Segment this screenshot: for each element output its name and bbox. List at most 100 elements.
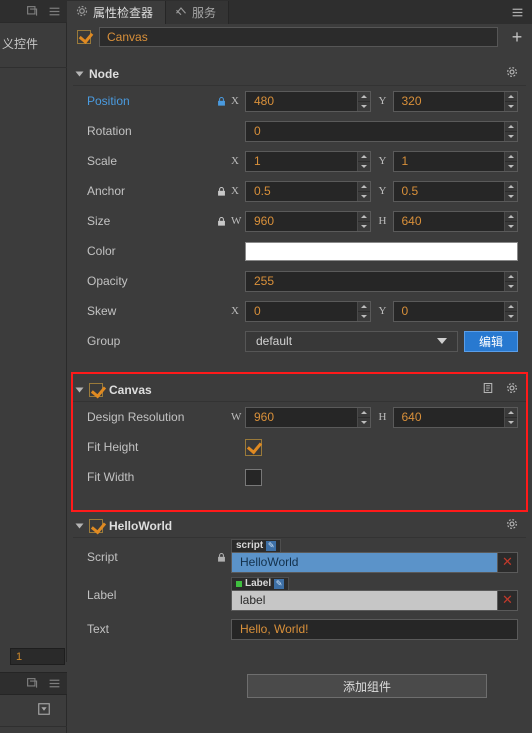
gear-icon[interactable] — [506, 518, 518, 533]
gear-icon[interactable] — [506, 382, 518, 397]
help-icon[interactable] — [482, 382, 494, 397]
spinner[interactable] — [356, 407, 370, 427]
axis-label-h: H — [378, 215, 387, 227]
position-x-input[interactable]: 480 — [245, 90, 371, 112]
chevron-down-icon[interactable] — [75, 387, 84, 392]
add-button[interactable]: + — [506, 26, 528, 48]
axis-label-x: X — [231, 95, 239, 107]
script-asset-input[interactable]: HelloWorld — [231, 551, 498, 573]
spinner[interactable] — [504, 181, 517, 201]
left-panel-label: 义控件 — [2, 37, 39, 51]
left-panel-bottom-toolbar — [0, 672, 67, 695]
group-select[interactable]: default — [245, 330, 458, 352]
edit-icon[interactable]: ✎ — [266, 540, 277, 551]
row-fit-height: Fit Height — [73, 432, 526, 462]
left-panel-body: 义控件 — [0, 22, 67, 662]
lock-icon[interactable] — [215, 186, 228, 197]
spinner[interactable] — [504, 211, 517, 231]
script-type-badge: script ✎ — [231, 538, 282, 552]
label-asset-input[interactable]: label — [231, 589, 498, 611]
field-value: 255 — [254, 274, 275, 288]
edit-group-button[interactable]: 编辑 — [464, 330, 518, 352]
row-label[interactable]: Position — [73, 94, 215, 108]
spinner[interactable] — [504, 121, 517, 141]
spinner[interactable] — [504, 407, 517, 427]
section-title: Canvas — [109, 382, 152, 397]
anchor-x-input[interactable]: 0.5 — [245, 180, 371, 202]
spinner[interactable] — [356, 301, 370, 321]
color-swatch[interactable] — [245, 241, 518, 261]
spinner[interactable] — [356, 181, 370, 201]
tab-bar-spacer — [229, 1, 502, 24]
edit-icon[interactable]: ✎ — [274, 578, 285, 589]
gear-icon[interactable] — [506, 66, 518, 81]
refresh-icon[interactable] — [26, 5, 39, 18]
menu-icon[interactable] — [48, 5, 61, 18]
size-h-input[interactable]: 640 — [392, 210, 518, 232]
field-value: 0 — [401, 304, 409, 318]
label-type-badge: Label ✎ — [231, 576, 290, 590]
section-helloworld-header[interactable]: HelloWorld — [73, 514, 526, 538]
left-panel-number-input[interactable]: 1 — [10, 648, 65, 665]
menu-icon[interactable] — [502, 1, 532, 24]
node-name-input[interactable]: Canvas — [99, 27, 498, 47]
axis-label-x: X — [231, 155, 239, 167]
design-resolution-w-input[interactable]: 960 — [245, 406, 371, 428]
row-label: Opacity — [87, 274, 128, 288]
anchor-y-input[interactable]: 0.5 — [392, 180, 518, 202]
field-value: 1 — [254, 154, 261, 168]
row-label: Skew — [87, 304, 117, 318]
add-component-button[interactable]: 添加组件 — [247, 674, 487, 698]
chevron-down-icon[interactable] — [75, 523, 84, 528]
axis-label-x: X — [231, 185, 239, 197]
spinner[interactable] — [504, 151, 517, 171]
refresh-icon[interactable] — [26, 677, 39, 690]
service-icon — [175, 5, 187, 20]
spinner[interactable] — [504, 271, 517, 291]
menu-icon[interactable] — [48, 677, 61, 690]
design-resolution-h-input[interactable]: 640 — [392, 406, 518, 428]
chevron-down-icon[interactable] — [75, 71, 84, 76]
spinner[interactable] — [504, 91, 517, 111]
field-value: 320 — [401, 94, 422, 108]
skew-y-input[interactable]: 0 — [392, 300, 518, 322]
badge-label: script — [236, 540, 264, 551]
text-input[interactable]: Hello, World! — [231, 618, 518, 640]
footer-divider — [0, 726, 67, 727]
fit-height-checkbox[interactable] — [245, 438, 262, 456]
row-label: Size — [87, 214, 111, 228]
canvas-enabled-checkbox[interactable] — [89, 382, 103, 397]
row-label: Text — [87, 622, 110, 636]
node-enabled-checkbox[interactable] — [77, 30, 91, 44]
row-label: Script — [87, 550, 118, 564]
row-size: Size W 960 H 640 — [73, 206, 526, 236]
scale-x-input[interactable]: 1 — [245, 150, 371, 172]
section-title: Node — [89, 66, 119, 81]
size-w-input[interactable]: 960 — [245, 210, 371, 232]
section-node-header[interactable]: Node — [73, 62, 526, 86]
skew-x-input[interactable]: 0 — [245, 300, 371, 322]
helloworld-enabled-checkbox[interactable] — [89, 518, 103, 533]
tab-property-inspector[interactable]: 属性检查器 — [67, 1, 167, 24]
scale-y-input[interactable]: 1 — [392, 150, 518, 172]
spinner[interactable] — [356, 91, 370, 111]
position-y-input[interactable]: 320 — [392, 90, 518, 112]
lock-icon[interactable] — [215, 96, 228, 107]
clear-label-button[interactable]: ✕ — [498, 589, 518, 611]
add-panel-icon[interactable] — [37, 702, 51, 719]
spinner[interactable] — [356, 151, 370, 171]
axis-label-y: Y — [378, 305, 387, 317]
field-value: 1 — [401, 154, 409, 168]
lock-icon[interactable] — [215, 552, 228, 563]
rotation-input[interactable]: 0 — [245, 120, 518, 142]
fit-width-checkbox[interactable] — [245, 468, 262, 486]
row-scale: Scale X 1 Y 1 — [73, 146, 526, 176]
section-canvas-header[interactable]: Canvas — [73, 378, 526, 402]
spinner[interactable] — [356, 211, 370, 231]
lock-icon[interactable] — [215, 216, 228, 227]
clear-script-button[interactable]: ✕ — [498, 551, 518, 573]
tab-services[interactable]: 服务 — [166, 1, 230, 24]
badge-label: Label — [245, 578, 272, 589]
opacity-input[interactable]: 255 — [245, 270, 518, 292]
spinner[interactable] — [504, 301, 517, 321]
